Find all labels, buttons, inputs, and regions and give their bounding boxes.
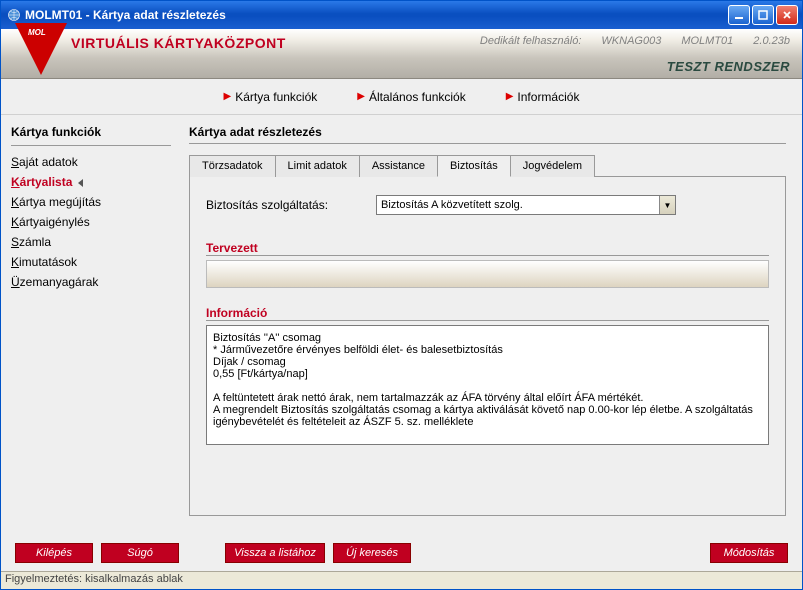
tab-torzsadatok[interactable]: Törzsadatok	[189, 155, 276, 177]
app-name: VIRTUÁLIS KÁRTYAKÖZPONT	[71, 35, 286, 51]
topnav-altalanos[interactable]: ▶Általános funkciók	[357, 90, 465, 104]
section-informacio: Információ	[206, 306, 769, 321]
section-tervezett: Tervezett	[206, 241, 769, 256]
exit-button[interactable]: Kilépés	[15, 543, 93, 563]
page-title: Kártya adat részletezés	[189, 125, 786, 139]
modify-button[interactable]: Módosítás	[710, 543, 788, 563]
app-code: MOLMT01	[681, 35, 733, 47]
service-label: Biztosítás szolgáltatás:	[206, 198, 376, 212]
info-textarea[interactable]: Biztosítás ''A'' csomag * Járművezetőre …	[206, 325, 769, 445]
arrow-icon: ▶	[506, 91, 514, 102]
app-window: MOLMT01 - Kártya adat részletezés MOL VI…	[0, 0, 803, 590]
header-meta: Dedikált felhasználó: WKNAG003 MOLMT01 2…	[480, 35, 790, 47]
help-button[interactable]: Súgó	[101, 543, 179, 563]
topnav-informaciok[interactable]: ▶Információk	[506, 90, 580, 104]
tab-limit[interactable]: Limit adatok	[275, 155, 360, 177]
tab-strip: Törzsadatok Limit adatok Assistance Bizt…	[189, 154, 786, 176]
service-select[interactable]: Biztosítás A közvetített szolg. ▼	[376, 195, 676, 215]
title-bar: MOLMT01 - Kártya adat részletezés	[1, 1, 802, 29]
sidebar-item-kartyalista[interactable]: Kártyalista	[11, 172, 181, 192]
version: 2.0.23b	[753, 35, 790, 47]
sidebar-item-igenyles[interactable]: Kártyaigénylés	[11, 212, 181, 232]
sidebar-title: Kártya funkciók	[11, 125, 181, 139]
arrow-icon: ▶	[357, 91, 365, 102]
main-panel: Kártya adat részletezés Törzsadatok Limi…	[181, 115, 802, 535]
window-title: MOLMT01 - Kártya adat részletezés	[25, 8, 728, 22]
user-value: WKNAG003	[601, 35, 661, 47]
tab-assistance[interactable]: Assistance	[359, 155, 438, 177]
topnav-kartya[interactable]: ▶Kártya funkciók	[224, 90, 318, 104]
window-controls	[728, 5, 798, 25]
new-search-button[interactable]: Új keresés	[333, 543, 411, 563]
tab-jogvedelem[interactable]: Jogvédelem	[510, 155, 595, 177]
sidebar-item-megujitas[interactable]: Kártya megújítás	[11, 192, 181, 212]
tab-panel: Biztosítás szolgáltatás: Biztosítás A kö…	[189, 176, 786, 516]
sidebar-item-kimutatasok[interactable]: Kimutatások	[11, 252, 181, 272]
arrow-icon: ▶	[224, 91, 232, 102]
maximize-button[interactable]	[752, 5, 774, 25]
footer: Kilépés Súgó Vissza a listához Új keresé…	[1, 535, 802, 571]
active-marker-icon	[78, 179, 83, 187]
sidebar-item-szamla[interactable]: Számla	[11, 232, 181, 252]
tab-biztositas[interactable]: Biztosítás	[437, 155, 511, 177]
select-value: Biztosítás A közvetített szolg.	[381, 199, 523, 211]
planned-box	[206, 260, 769, 288]
back-button[interactable]: Vissza a listához	[225, 543, 325, 563]
status-bar: Figyelmeztetés: kisalkalmazás ablak	[1, 571, 802, 589]
top-navigation: ▶Kártya funkciók ▶Általános funkciók ▶In…	[1, 79, 802, 115]
app-header: MOL VIRTUÁLIS KÁRTYAKÖZPONT Dedikált fel…	[1, 29, 802, 79]
minimize-button[interactable]	[728, 5, 750, 25]
chevron-down-icon: ▼	[659, 196, 675, 214]
close-button[interactable]	[776, 5, 798, 25]
sidebar-item-sajat[interactable]: Saját adatok	[11, 152, 181, 172]
body: Kártya funkciók Saját adatok Kártyalista…	[1, 115, 802, 535]
user-label: Dedikált felhasználó:	[480, 35, 582, 47]
env-badge: TESZT RENDSZER	[667, 59, 790, 74]
sidebar-item-uzemanyag[interactable]: Üzemanyagárak	[11, 272, 181, 292]
sidebar: Kártya funkciók Saját adatok Kártyalista…	[1, 115, 181, 535]
app-icon	[7, 8, 21, 22]
